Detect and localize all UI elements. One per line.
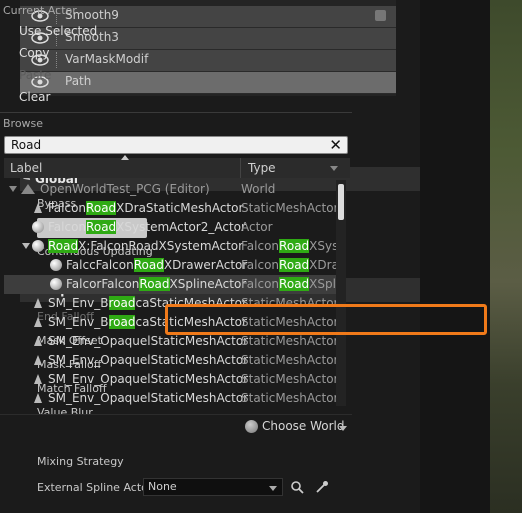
use-selected-item[interactable]: Use Selected bbox=[19, 24, 97, 38]
actor-type: FalconRoadXDra bbox=[241, 258, 337, 272]
prop-mixing-strategy: Mixing Strategy bbox=[37, 455, 124, 468]
sphere-icon bbox=[32, 240, 44, 252]
layer-label: VarMaskModif bbox=[65, 52, 149, 66]
actor-label: SM_Env_OpaquelStaticMeshActor bbox=[48, 353, 249, 367]
search-icon[interactable] bbox=[290, 480, 304, 494]
actor-label: FalconRoadXSystemActor2_Actor bbox=[48, 220, 246, 234]
expand-arrow-icon[interactable] bbox=[8, 183, 18, 195]
viewport[interactable] bbox=[490, 0, 522, 513]
column-menu-icon[interactable] bbox=[330, 166, 338, 171]
list-item[interactable]: OpenWorldTest_PCG (Editor) World bbox=[4, 180, 344, 199]
callout-highlight bbox=[165, 304, 487, 335]
static-mesh-icon bbox=[34, 203, 42, 213]
list-item[interactable]: FalconRoadXDraStaticMeshActor StaticMesh… bbox=[4, 199, 344, 218]
list-item[interactable]: SM_Env_OpaquelStaticMeshActor StaticMesh… bbox=[4, 351, 344, 370]
actor-type: StaticMeshActor bbox=[241, 201, 337, 215]
column-header: Label Type bbox=[4, 155, 350, 178]
sphere-icon bbox=[50, 278, 62, 290]
expand-arrow-icon[interactable] bbox=[22, 240, 30, 252]
copy-item[interactable]: Copy bbox=[19, 46, 49, 60]
list-item[interactable]: FalconRoadXSystemActor2_Actor Actor bbox=[4, 218, 344, 237]
actor-label: FalconRoadXDraStaticMeshActor bbox=[48, 201, 244, 215]
sphere-icon bbox=[32, 221, 44, 233]
actor-type: StaticMeshActor bbox=[241, 353, 337, 367]
layer-row-selected[interactable]: Path bbox=[20, 72, 396, 94]
actor-type: FalconRoadXSpli bbox=[241, 277, 337, 291]
sphere-icon bbox=[50, 259, 62, 271]
static-mesh-icon bbox=[34, 355, 42, 365]
layer-toggle[interactable] bbox=[375, 10, 386, 21]
col-type[interactable]: Type bbox=[248, 161, 276, 175]
list-item[interactable]: RoadX:FalconRoadXSystemActor FalconRoadX… bbox=[4, 237, 344, 256]
chevron-down-icon bbox=[339, 426, 347, 431]
current-actor-header: Current Actor bbox=[3, 4, 77, 17]
list-item[interactable]: FalccFalconRoadXDrawerActor FalconRoadXD… bbox=[4, 256, 344, 275]
actor-type: World bbox=[241, 182, 276, 196]
scrollbar-thumb[interactable] bbox=[338, 184, 344, 220]
choose-world-button[interactable]: Choose World bbox=[262, 419, 345, 433]
globe-icon bbox=[245, 420, 258, 433]
static-mesh-icon bbox=[34, 374, 42, 384]
actor-type: FalconRoadXSys bbox=[241, 239, 337, 253]
static-mesh-icon bbox=[34, 336, 42, 346]
actor-list: OpenWorldTest_PCG (Editor) World FalconR… bbox=[4, 180, 350, 410]
paste-item[interactable]: Paste bbox=[19, 68, 51, 82]
browse-header: Browse bbox=[3, 117, 44, 130]
actor-label: FalcorFalconRoadXSplineActor bbox=[66, 277, 247, 291]
eyedropper-icon[interactable] bbox=[315, 480, 329, 494]
static-mesh-icon bbox=[34, 393, 42, 403]
world-icon bbox=[21, 184, 35, 194]
layer-row[interactable]: VarMaskModif bbox=[20, 50, 396, 72]
actor-type: StaticMeshActor bbox=[241, 334, 337, 348]
external-spline-combo[interactable]: None bbox=[143, 478, 283, 496]
search-input[interactable]: Road ✕ bbox=[4, 136, 348, 154]
sort-icon bbox=[121, 155, 129, 160]
list-item[interactable]: SM_Env_OpaquelStaticMeshActor StaticMesh… bbox=[4, 370, 344, 389]
actor-label: SM_Env_OpaquelStaticMeshActor bbox=[48, 372, 249, 386]
static-mesh-icon bbox=[34, 298, 42, 308]
actor-label: RoadX:FalconRoadXSystemActor bbox=[48, 239, 244, 253]
actor-type: StaticMeshActor bbox=[241, 391, 337, 405]
prop-external-spline-actor: External Spline Actor bbox=[37, 481, 153, 494]
clear-item[interactable]: Clear bbox=[19, 90, 50, 104]
popup-footer: Choose World bbox=[0, 414, 352, 440]
static-mesh-icon bbox=[34, 317, 42, 327]
actor-type: StaticMeshActor bbox=[241, 372, 337, 386]
close-icon[interactable]: ✕ bbox=[329, 136, 342, 154]
list-item[interactable]: SM_Env_OpaquelStaticMeshActor StaticMesh… bbox=[4, 389, 344, 408]
layer-label: Path bbox=[65, 74, 92, 88]
col-label[interactable]: Label bbox=[10, 161, 42, 175]
actor-label: SM_Env_OpaquelStaticMeshActor bbox=[48, 391, 249, 405]
actor-label: OpenWorldTest_PCG (Editor) bbox=[40, 182, 210, 196]
actor-type: Actor bbox=[241, 220, 273, 234]
actor-label: FalccFalconRoadXDrawerActor bbox=[66, 258, 248, 272]
chevron-down-icon bbox=[269, 486, 277, 491]
actor-label: SM_Env_OpaquelStaticMeshActor bbox=[48, 334, 249, 348]
list-item-selected[interactable]: FalcorFalconRoadXSplineActor FalconRoadX… bbox=[4, 275, 344, 294]
